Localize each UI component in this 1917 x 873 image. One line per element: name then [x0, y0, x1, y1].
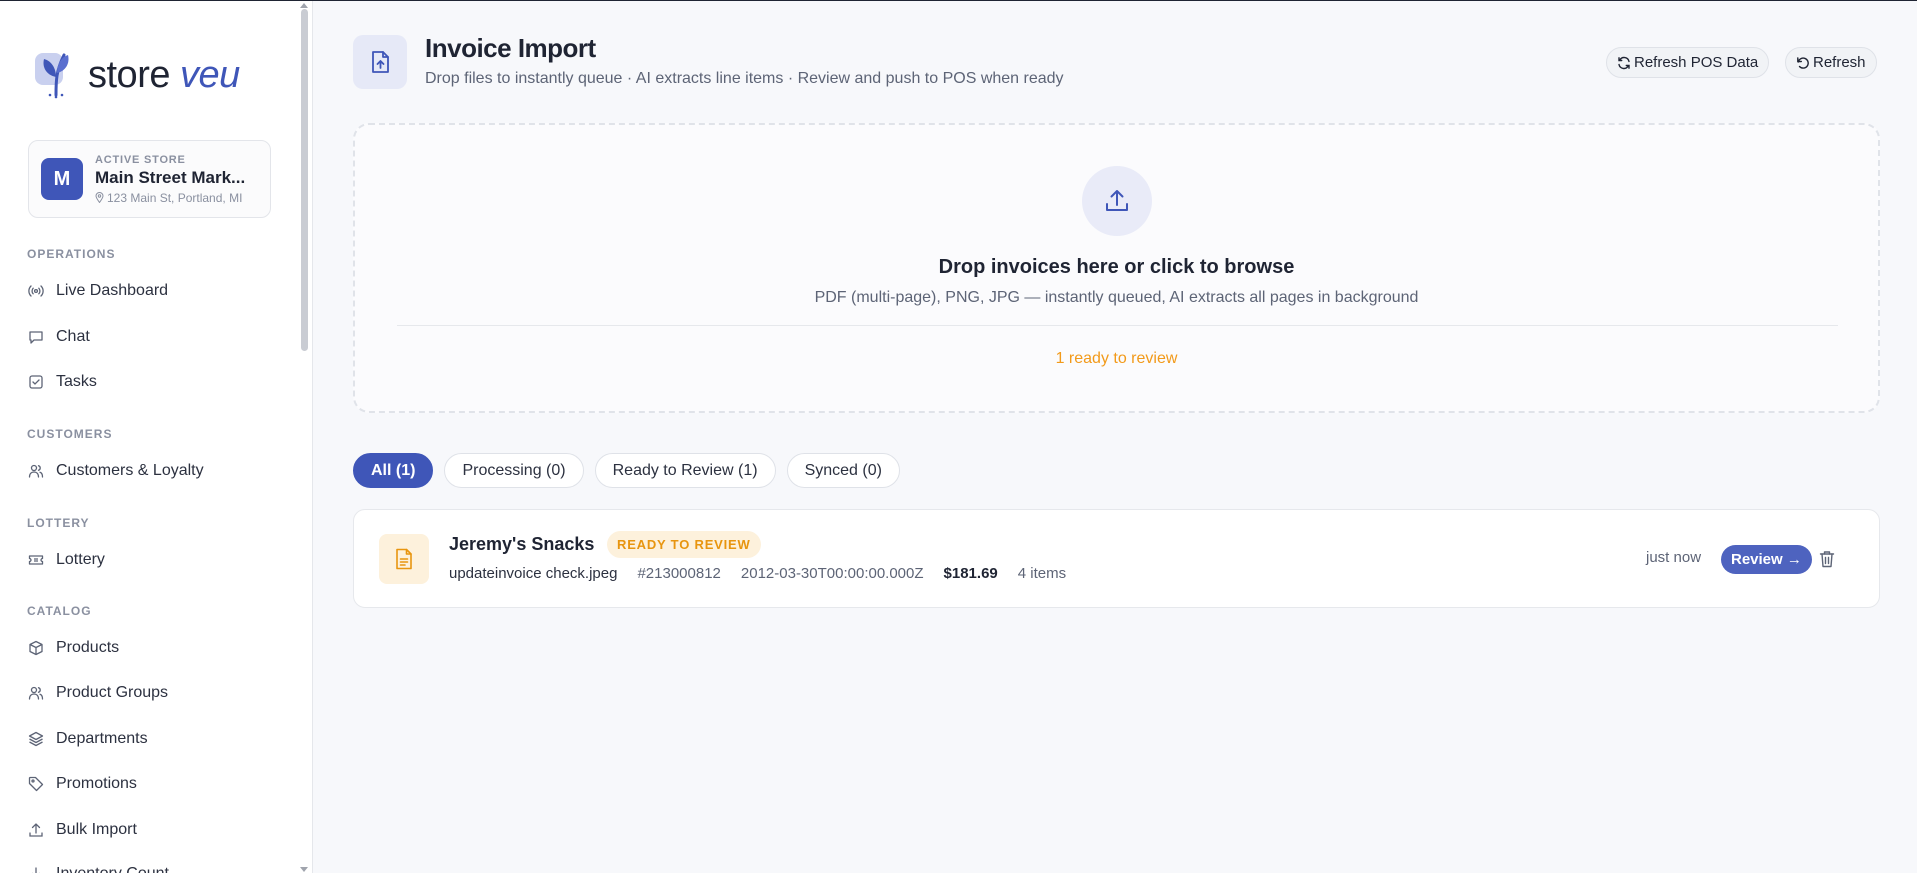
- users-icon: [28, 464, 44, 478]
- invoice-date: 2012-03-30T00:00:00.000Z: [740, 565, 924, 582]
- sprout-logo-icon: [35, 53, 69, 99]
- invoice-vendor: Jeremy's Snacks: [449, 534, 595, 554]
- checkbox-icon: [29, 375, 43, 389]
- scroll-down-arrow-icon[interactable]: [300, 867, 308, 872]
- invoice-meta: updateinvoice check.jpeg #213000812 2012…: [449, 565, 1066, 582]
- sidebar-item-label: Departments: [56, 730, 148, 747]
- section-customers: CUSTOMERS: [27, 427, 113, 441]
- sidebar-item-label: Product Groups: [56, 684, 169, 701]
- rotate-ccw-icon: [1797, 56, 1809, 69]
- invoice-number: #213000812: [637, 565, 721, 582]
- map-pin-icon: [95, 192, 104, 203]
- invoice-item-count: 4 items: [1017, 565, 1067, 582]
- refresh-pos-data-label: Refresh POS Data: [1634, 54, 1759, 71]
- tag-icon: [28, 776, 44, 792]
- dropzone-title: Drop invoices here or click to browse: [938, 256, 1295, 278]
- sidebar: store veu M ACTIVE STORE Main Street Mar…: [0, 1, 313, 873]
- sidebar-item-label: Bulk Import: [56, 821, 137, 838]
- page-subtitle: Drop files to instantly queue · AI extra…: [425, 70, 1064, 87]
- sidebar-item-label: Customers & Loyalty: [56, 462, 204, 479]
- sidebar-item-label: Inventory Count: [56, 865, 169, 873]
- sidebar-item-inventory-count[interactable]: Inventory Count: [28, 862, 169, 873]
- sidebar-item-label: Tasks: [56, 373, 97, 390]
- store-label: ACTIVE STORE: [95, 153, 186, 166]
- trash-icon[interactable]: [1817, 549, 1837, 569]
- sidebar-item-products[interactable]: Products: [28, 636, 119, 660]
- upload-icon: [29, 823, 43, 837]
- store-name: Main Street Mark...: [95, 167, 246, 187]
- tab-all[interactable]: All (1): [353, 453, 434, 488]
- broadcast-icon: [28, 285, 44, 297]
- store-address: 123 Main St, Portland, MI: [95, 191, 245, 205]
- chat-icon: [29, 331, 43, 344]
- refresh-label: Refresh: [1813, 54, 1866, 71]
- sidebar-item-chat[interactable]: Chat: [28, 325, 90, 349]
- sidebar-item-label: Chat: [56, 328, 90, 345]
- upload-icon: [1082, 166, 1152, 236]
- ticket-icon: [28, 555, 44, 565]
- main-content: Invoice Import Drop files to instantly q…: [313, 1, 1917, 873]
- store-info: ACTIVE STORE Main Street Mark... 123 Mai…: [95, 154, 245, 205]
- active-store-card[interactable]: M ACTIVE STORE Main Street Mark... 123 M…: [28, 140, 271, 218]
- tab-synced[interactable]: Synced (0): [786, 453, 900, 488]
- sidebar-item-tasks[interactable]: Tasks: [28, 370, 97, 394]
- page-title: Invoice Import: [425, 33, 596, 63]
- brand-name-main: store: [88, 53, 170, 96]
- dropzone-subtitle: PDF (multi-page), PNG, JPG — instantly q…: [814, 289, 1419, 306]
- status-filter-tabs: All (1) Processing (0) Ready to Review (…: [353, 453, 900, 488]
- refresh-pos-data-button[interactable]: Refresh POS Data: [1606, 47, 1770, 78]
- section-operations: OPERATIONS: [27, 247, 116, 261]
- tab-processing[interactable]: Processing (0): [444, 453, 584, 488]
- sidebar-item-departments[interactable]: Departments: [28, 727, 148, 751]
- invoice-total: $181.69: [943, 565, 998, 582]
- brand-logo[interactable]: store veu: [34, 51, 240, 99]
- sidebar-item-label: Live Dashboard: [56, 282, 169, 299]
- document-icon: [379, 534, 429, 584]
- store-avatar: M: [41, 158, 83, 200]
- scroll-up-arrow-icon[interactable]: [300, 3, 308, 8]
- users-icon: [28, 686, 44, 700]
- sidebar-item-promotions[interactable]: Promotions: [28, 772, 137, 796]
- box-icon: [29, 640, 43, 656]
- sidebar-scrollbar-thumb[interactable]: [301, 9, 308, 351]
- sidebar-item-customers-loyalty[interactable]: Customers & Loyalty: [28, 459, 204, 483]
- sidebar-item-bulk-import[interactable]: Bulk Import: [28, 818, 137, 842]
- sidebar-item-label: Lottery: [56, 551, 105, 568]
- section-catalog: CATALOG: [27, 604, 92, 618]
- brand-name: store veu: [88, 54, 240, 97]
- store-address-text: 123 Main St, Portland, MI: [107, 190, 243, 205]
- sidebar-item-label: Products: [56, 639, 120, 656]
- tab-ready-to-review[interactable]: Ready to Review (1): [594, 453, 776, 488]
- section-lottery: LOTTERY: [27, 516, 90, 530]
- invoice-file-icon: [353, 35, 407, 89]
- invoice-dropzone[interactable]: Drop invoices here or click to browse PD…: [353, 123, 1880, 413]
- invoice-list-item[interactable]: Jeremy's Snacks READY TO REVIEW updatein…: [353, 509, 1880, 608]
- dropzone-divider: [397, 325, 1838, 326]
- review-button[interactable]: Review →: [1721, 545, 1812, 574]
- status-badge: READY TO REVIEW: [607, 531, 761, 558]
- invoice-timestamp: just now: [1646, 549, 1702, 566]
- brand-name-accent: veu: [180, 53, 240, 96]
- sidebar-item-product-groups[interactable]: Product Groups: [28, 681, 168, 705]
- invoice-filename: updateinvoice check.jpeg: [449, 565, 618, 582]
- sidebar-item-lottery[interactable]: Lottery: [28, 548, 105, 572]
- dropzone-status: 1 ready to review: [1055, 350, 1178, 367]
- sidebar-item-label: Promotions: [56, 775, 137, 792]
- sync-icon: [1618, 56, 1630, 69]
- sidebar-item-live-dashboard[interactable]: Live Dashboard: [28, 279, 168, 303]
- layers-icon: [28, 731, 44, 747]
- refresh-button[interactable]: Refresh: [1785, 47, 1877, 78]
- download-icon: [32, 867, 40, 873]
